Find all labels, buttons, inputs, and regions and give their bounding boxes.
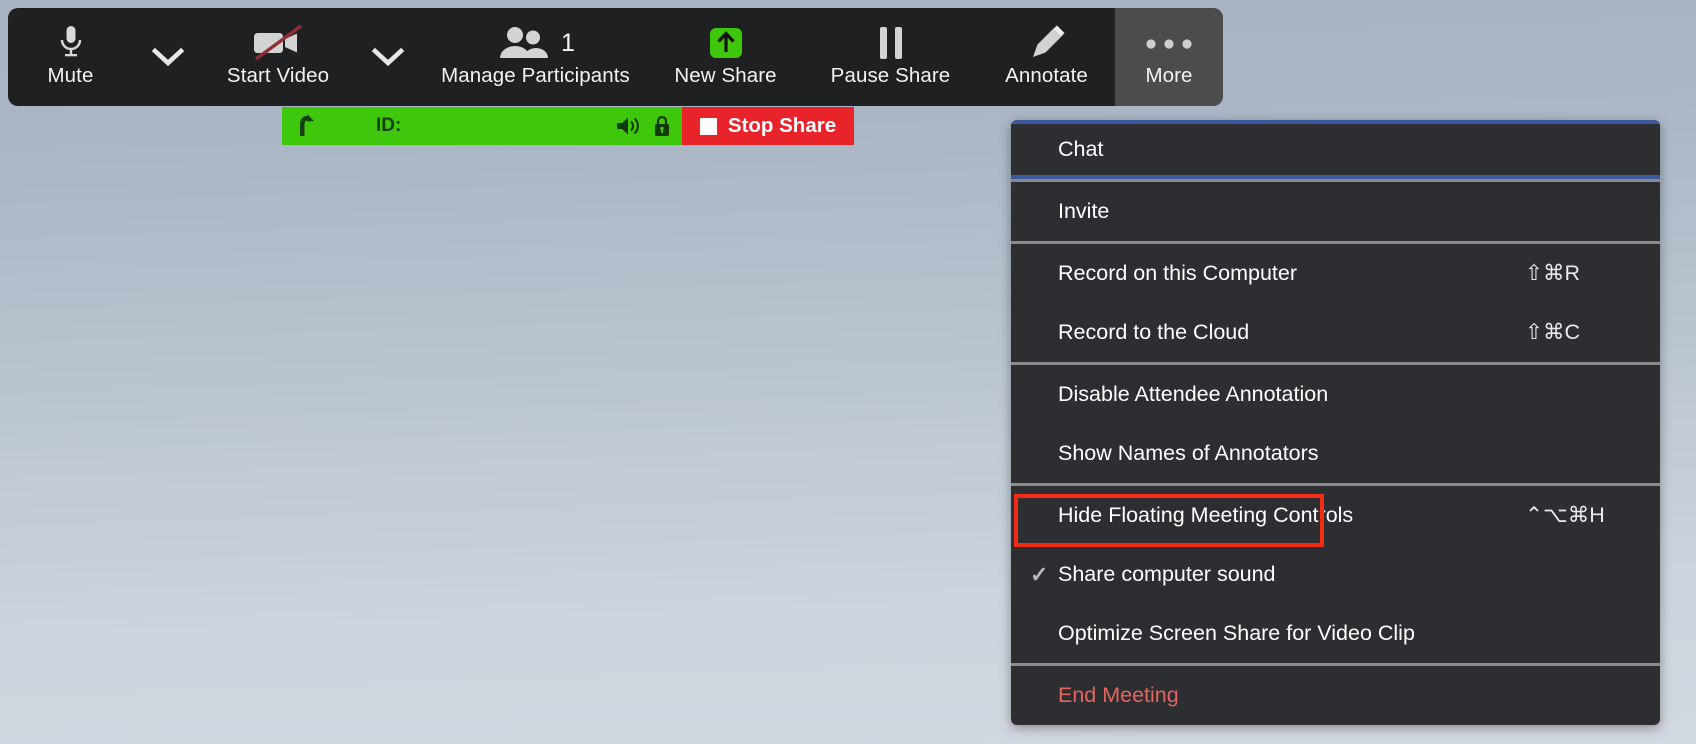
video-camera-off-icon [250, 21, 306, 65]
menu-item-label: Hide Floating Meeting Controls [1058, 503, 1354, 527]
menu-item-shortcut: ⇧⌘R [1525, 261, 1581, 285]
more-button-label: More [1145, 64, 1193, 87]
checkmark-icon: ✓ [1030, 561, 1049, 587]
menu-item-label: Optimize Screen Share for Video Clip [1058, 621, 1415, 645]
menu-item-label: Share computer sound [1058, 562, 1276, 586]
desktop-background: Mute Start Video 1 Manage Participants N… [0, 0, 1696, 744]
chevron-down-icon [371, 8, 405, 106]
mute-button-label: Mute [47, 64, 94, 87]
screen-share-status-bar: ID: Stop Share [282, 107, 854, 145]
menu-item-chat[interactable]: Chat [1011, 120, 1660, 179]
menu-item-label: Invite [1058, 199, 1110, 223]
share-up-arrow-icon [703, 21, 749, 65]
manage-participants-button[interactable]: 1 Manage Participants [423, 8, 648, 106]
stop-share-button[interactable]: Stop Share [682, 107, 854, 145]
menu-item-shortcut: ⇧⌘C [1525, 320, 1581, 344]
video-options-chevron-button[interactable] [353, 8, 423, 106]
annotate-button-label: Annotate [1005, 64, 1088, 87]
share-arrow-icon [294, 113, 320, 139]
annotate-button[interactable]: Annotate [978, 8, 1115, 106]
menu-item-shortcut: ⌃⌥⌘H [1525, 503, 1605, 527]
more-dropdown-menu: Chat Invite Record on this Computer ⇧⌘R … [1011, 120, 1660, 725]
ellipsis-icon [1142, 21, 1196, 65]
pause-share-button[interactable]: Pause Share [803, 8, 978, 106]
lock-closed-icon[interactable] [652, 114, 672, 138]
start-video-button[interactable]: Start Video [203, 8, 353, 106]
mute-button[interactable]: Mute [8, 8, 133, 106]
stop-square-icon [699, 117, 717, 135]
pause-icon [871, 21, 911, 65]
menu-item-record-on-this-computer[interactable]: Record on this Computer ⇧⌘R [1011, 244, 1660, 303]
stop-share-button-label: Stop Share [727, 114, 837, 137]
new-share-button-label: New Share [674, 64, 777, 87]
menu-item-label: End Meeting [1058, 683, 1179, 707]
menu-item-label: Show Names of Annotators [1058, 441, 1319, 465]
start-video-button-label: Start Video [226, 64, 330, 87]
participants-icon [500, 27, 549, 58]
menu-item-hide-floating-meeting-controls[interactable]: Hide Floating Meeting Controls ⌃⌥⌘H [1011, 486, 1660, 545]
menu-item-invite[interactable]: Invite [1011, 182, 1660, 241]
floating-meeting-controls-toolbar: Mute Start Video 1 Manage Participants N… [8, 8, 1223, 106]
menu-item-disable-attendee-annotation[interactable]: Disable Attendee Annotation [1011, 365, 1660, 424]
new-share-button[interactable]: New Share [648, 8, 803, 106]
menu-item-record-to-the-cloud[interactable]: Record to the Cloud ⇧⌘C [1011, 303, 1660, 362]
pencil-icon [1026, 21, 1068, 65]
more-button[interactable]: More [1115, 8, 1223, 106]
share-bar-icons [614, 107, 672, 145]
participants-icon-with-count: 1 [496, 21, 575, 65]
menu-item-optimize-screen-share-for-video-clip[interactable]: Optimize Screen Share for Video Clip [1011, 604, 1660, 663]
manage-participants-button-label: Manage Participants [441, 64, 630, 87]
menu-item-end-meeting[interactable]: End Meeting [1011, 666, 1660, 725]
menu-item-label: Record to the Cloud [1058, 320, 1250, 344]
pause-share-button-label: Pause Share [830, 64, 951, 87]
participants-count-badge: 1 [561, 29, 575, 57]
share-info-bar[interactable]: ID: [282, 107, 682, 145]
menu-item-label: Disable Attendee Annotation [1058, 382, 1329, 406]
chevron-down-icon [151, 8, 185, 106]
menu-item-share-computer-sound[interactable]: ✓ Share computer sound [1011, 545, 1660, 604]
speaker-sound-icon[interactable] [614, 114, 640, 138]
audio-options-chevron-button[interactable] [133, 8, 203, 106]
meeting-id-label: ID: [376, 115, 402, 136]
menu-item-show-names-of-annotators[interactable]: Show Names of Annotators [1011, 424, 1660, 483]
menu-item-label: Chat [1058, 137, 1104, 161]
menu-item-label: Record on this Computer [1058, 261, 1297, 285]
microphone-icon [56, 21, 86, 65]
